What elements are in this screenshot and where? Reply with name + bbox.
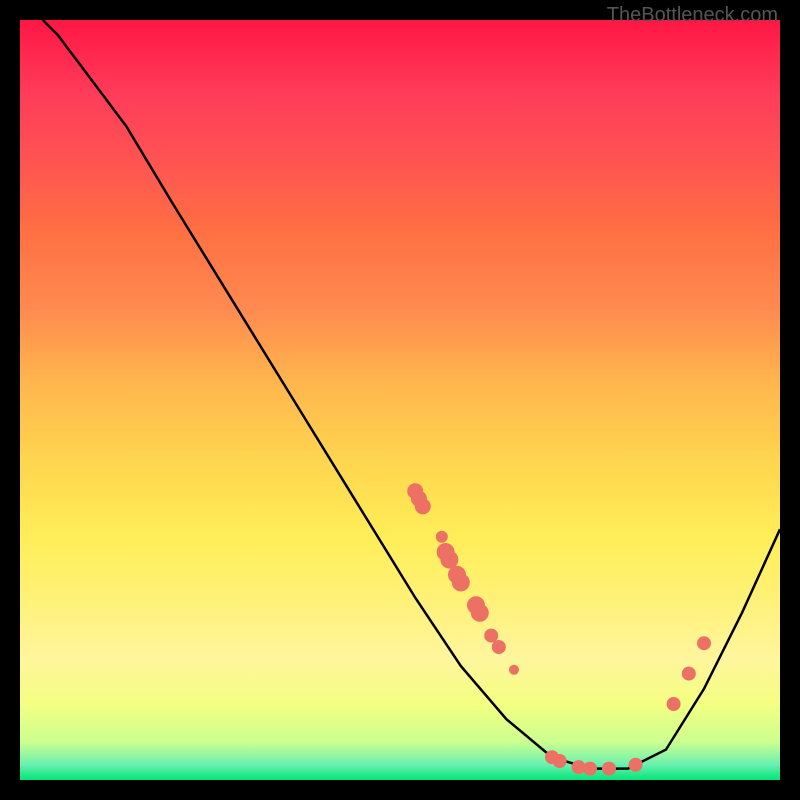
data-point xyxy=(629,758,643,772)
data-point xyxy=(471,604,489,622)
chart-svg xyxy=(20,20,780,780)
data-point xyxy=(415,498,431,514)
data-point xyxy=(553,754,567,768)
data-markers xyxy=(407,483,711,775)
data-point xyxy=(602,762,616,776)
curve-line xyxy=(43,20,780,769)
data-point xyxy=(667,697,681,711)
data-point xyxy=(682,667,696,681)
data-point xyxy=(492,640,506,654)
data-point xyxy=(583,762,597,776)
data-point xyxy=(452,573,470,591)
bottleneck-curve xyxy=(43,20,780,769)
data-point xyxy=(484,629,498,643)
data-point xyxy=(697,636,711,650)
data-point xyxy=(436,531,448,543)
data-point xyxy=(509,665,519,675)
watermark-text: TheBottleneck.com xyxy=(607,4,778,27)
